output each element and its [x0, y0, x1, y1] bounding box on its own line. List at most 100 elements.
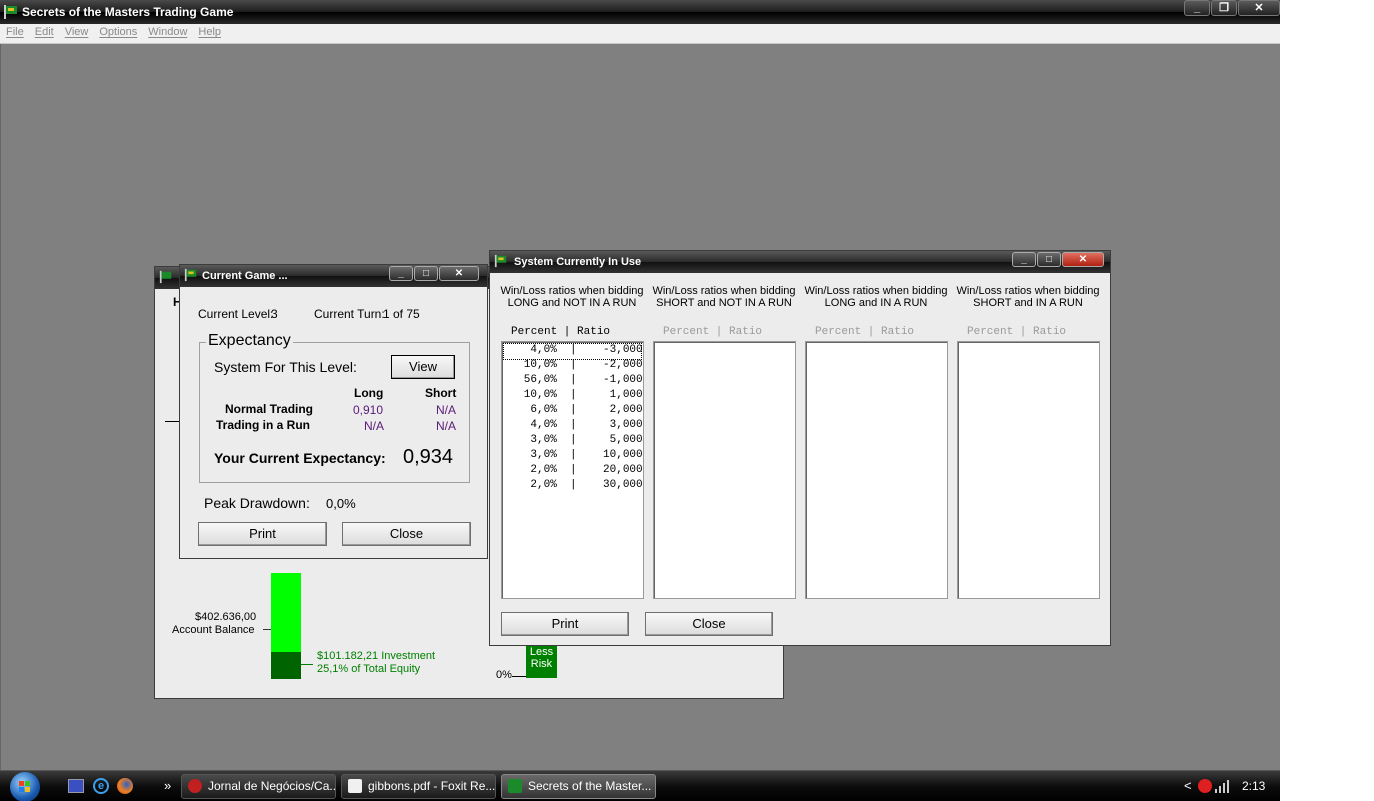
- col2-caption: Win/Loss ratios when bidding SHORT and N…: [652, 285, 796, 309]
- list-item[interactable]: 10,0% | 1,000: [504, 389, 643, 404]
- close-button[interactable]: Close: [342, 522, 471, 546]
- col4-caption-line1: Win/Loss ratios when bidding: [956, 285, 1100, 297]
- desktop: Secrets of the Masters Trading Game _ ❐ …: [0, 0, 1374, 801]
- clock[interactable]: 2:13: [1242, 779, 1265, 793]
- current-level-value: 3: [271, 307, 278, 321]
- col2-header: Percent | Ratio: [663, 326, 763, 338]
- balance-pointer-line: [263, 629, 271, 630]
- menu-options[interactable]: Options: [93, 24, 142, 38]
- start-button[interactable]: [10, 772, 40, 801]
- minimize-icon[interactable]: _: [1012, 252, 1036, 267]
- list-item[interactable]: 6,0% | 2,000: [504, 404, 642, 419]
- current-turn-value: 1 of 75: [383, 307, 420, 321]
- view-button[interactable]: View: [391, 355, 455, 379]
- current-game-title: Current Game ...: [202, 270, 288, 282]
- system-label: System For This Level:: [214, 359, 357, 375]
- less-risk-button[interactable]: Less Risk: [526, 643, 557, 678]
- trading-in-run-label: Trading in a Run: [216, 418, 311, 432]
- task-secrets[interactable]: Secrets of the Master...: [501, 774, 656, 799]
- close-icon[interactable]: ✕: [439, 266, 479, 281]
- run-long-value: N/A: [364, 419, 385, 433]
- normal-short-value: N/A: [436, 403, 457, 417]
- col3-header: Percent | Ratio: [815, 326, 915, 338]
- system-title: System Currently In Use: [514, 256, 642, 268]
- risk-pointer-line: [512, 676, 526, 677]
- antivirus-icon[interactable]: [1198, 779, 1212, 793]
- menu-window[interactable]: Window: [142, 24, 192, 38]
- menu-view[interactable]: View: [59, 24, 94, 38]
- minimize-icon[interactable]: _: [389, 266, 413, 281]
- col2-list[interactable]: [653, 341, 796, 599]
- list-item[interactable]: 3,0% | 5,000: [504, 434, 642, 449]
- internet-explorer-icon[interactable]: e: [93, 778, 109, 794]
- run-short-value: N/A: [436, 419, 457, 433]
- peak-drawdown-label: Peak Drawdown:: [204, 495, 310, 511]
- quicklaunch-chevron[interactable]: »: [164, 778, 171, 793]
- col2-caption-line2: SHORT and NOT IN A RUN: [656, 297, 792, 309]
- less-risk-label: Less Risk: [529, 646, 554, 670]
- list-item[interactable]: 10,0% | -2,000: [504, 359, 643, 374]
- menu-bar: File Edit View Options Window Help: [0, 24, 1280, 44]
- task-foxit-label: gibbons.pdf - Foxit Re...: [368, 779, 496, 793]
- list-item[interactable]: 2,0% | 20,000: [504, 464, 642, 479]
- list-item[interactable]: 4,0% | 3,000: [504, 419, 642, 434]
- col1-caption-line2: LONG and NOT IN A RUN: [507, 297, 637, 309]
- system-title-bar[interactable]: System Currently In Use _ □ ✕: [490, 251, 1110, 273]
- firefox-icon[interactable]: [117, 778, 133, 794]
- restore-icon[interactable]: ❐: [1211, 0, 1237, 16]
- show-desktop-icon[interactable]: [68, 779, 84, 793]
- account-balance-value: $402.636,00: [195, 611, 257, 623]
- task-jornal[interactable]: Jornal de Negócios/Ca...: [181, 774, 336, 799]
- col3-caption-line1: Win/Loss ratios when bidding: [804, 285, 948, 297]
- list-item[interactable]: 4,0% | -3,000: [503, 343, 643, 360]
- task-jornal-label: Jornal de Negócios/Ca...: [208, 779, 336, 793]
- account-bar: [271, 573, 301, 679]
- window-flag-icon: [494, 254, 507, 268]
- menu-help[interactable]: Help: [192, 24, 226, 38]
- col3-list[interactable]: [805, 341, 948, 599]
- col2-caption-line1: Win/Loss ratios when bidding: [652, 285, 796, 297]
- taskbar: e » Jornal de Negócios/Ca... gibbons.pdf…: [0, 770, 1280, 801]
- system-print-button[interactable]: Print: [501, 612, 629, 636]
- investment-percent: 25,1% of Total Equity: [317, 663, 421, 675]
- system-window: System Currently In Use _ □ ✕ Win/Loss r…: [489, 250, 1111, 646]
- account-balance-label: Account Balance: [172, 624, 255, 636]
- close-icon[interactable]: ✕: [1238, 0, 1280, 16]
- investment-pointer-line: [301, 664, 313, 665]
- list-item[interactable]: 2,0% | 30,000: [504, 479, 642, 494]
- menu-file[interactable]: File: [0, 24, 29, 38]
- close-icon[interactable]: ✕: [1062, 252, 1104, 267]
- system-close-button[interactable]: Close: [645, 612, 773, 636]
- list-item[interactable]: 3,0% | 10,000: [504, 449, 642, 464]
- col1-header: Percent | Ratio: [511, 326, 611, 338]
- expectancy-legend: Expectancy: [206, 332, 293, 350]
- window-flag-icon: [184, 268, 197, 282]
- app-flag-icon: [508, 779, 522, 793]
- normal-long-value: 0,910: [353, 403, 384, 417]
- maximize-icon[interactable]: □: [1037, 252, 1061, 267]
- current-turn-label: Current Turn:: [314, 307, 385, 321]
- maximize-icon[interactable]: □: [414, 266, 438, 281]
- task-foxit[interactable]: gibbons.pdf - Foxit Re...: [341, 774, 496, 799]
- col3-caption: Win/Loss ratios when bidding LONG and IN…: [804, 285, 948, 309]
- current-game-window: Current Game ... _ □ ✕ Current Level: 3 …: [179, 264, 488, 559]
- opera-icon: [188, 779, 202, 793]
- windows-logo-icon: [19, 781, 30, 792]
- app-flag-icon: [4, 5, 17, 19]
- list-item[interactable]: 56,0% | -1,000: [504, 374, 643, 389]
- col4-header: Percent | Ratio: [967, 326, 1067, 338]
- menu-edit[interactable]: Edit: [29, 24, 59, 38]
- col1-list[interactable]: 4,0% | -3,000 10,0% | -2,000 56,0% | -1,…: [501, 341, 644, 599]
- zero-percent-label: 0%: [496, 669, 512, 681]
- current-game-title-bar[interactable]: Current Game ... _ □ ✕: [180, 265, 487, 287]
- print-button[interactable]: Print: [198, 522, 327, 546]
- col4-list[interactable]: [957, 341, 1100, 599]
- minimize-icon[interactable]: _: [1184, 0, 1210, 16]
- signal-icon[interactable]: [1214, 779, 1230, 793]
- col4-caption-line2: SHORT and IN A RUN: [973, 297, 1083, 309]
- tray-chevron[interactable]: <: [1184, 778, 1192, 793]
- app-title-bar[interactable]: Secrets of the Masters Trading Game _ ❐ …: [0, 0, 1280, 24]
- task-secrets-label: Secrets of the Master...: [528, 779, 652, 793]
- col3-caption-line2: LONG and IN A RUN: [824, 297, 928, 309]
- account-bar-fill: [271, 573, 301, 652]
